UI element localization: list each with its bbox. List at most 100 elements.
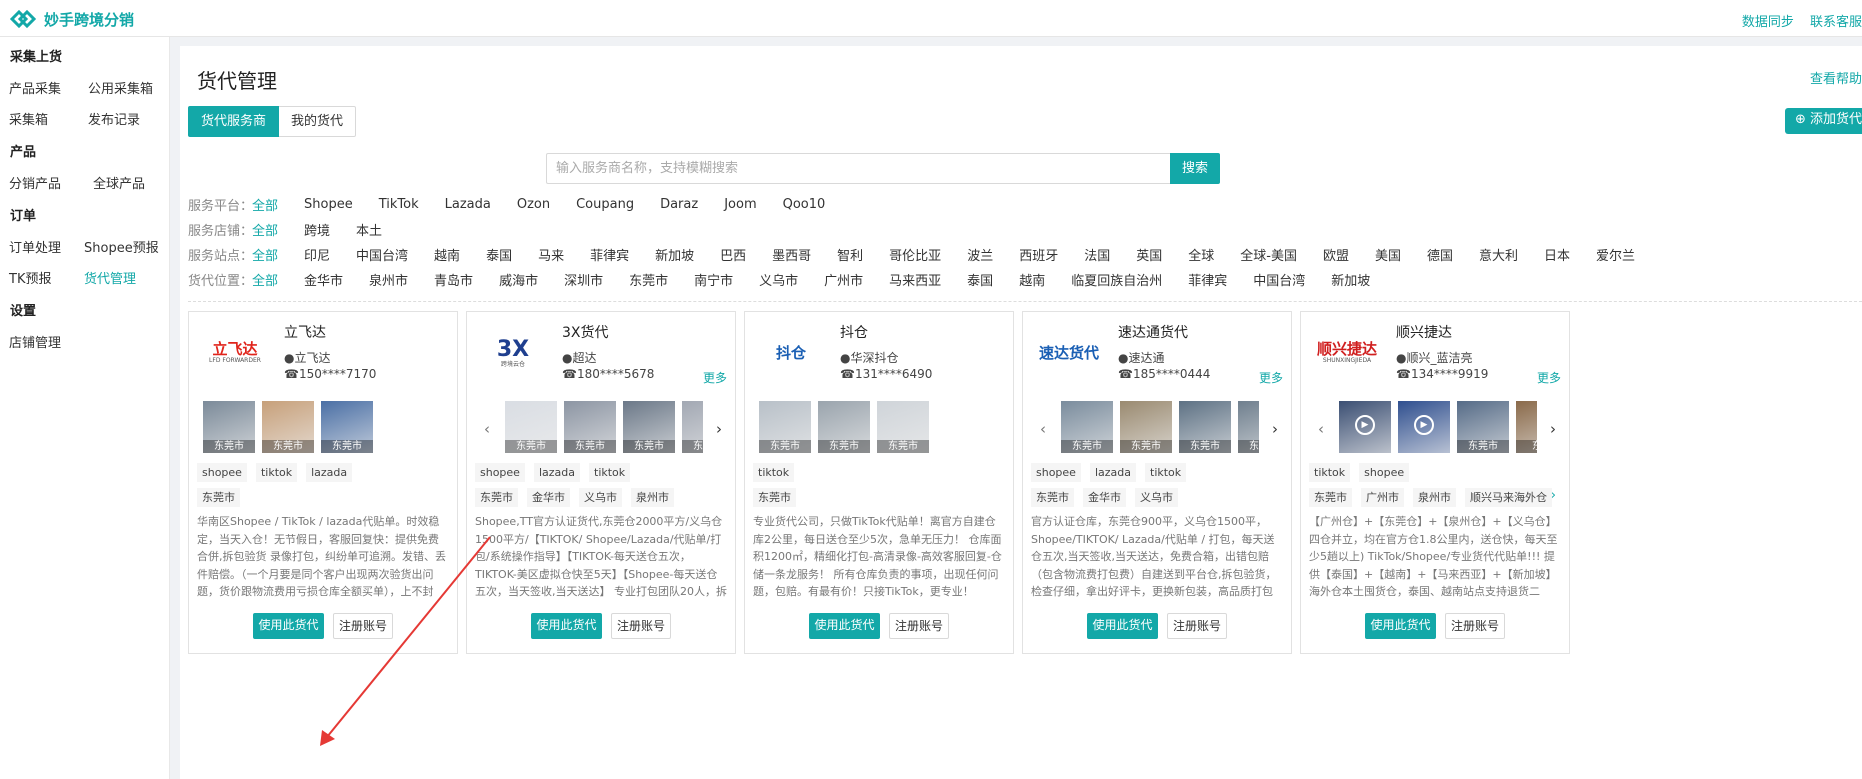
- filter-option[interactable]: Shopee: [304, 197, 353, 212]
- sidebar-item-tk-forecast[interactable]: TK预报: [9, 268, 51, 287]
- filter-option[interactable]: 英国: [1136, 245, 1162, 264]
- gallery-next-icon[interactable]: ›: [716, 420, 722, 438]
- filter-option[interactable]: 本土: [356, 220, 382, 239]
- filter-option[interactable]: 泰国: [967, 270, 993, 289]
- filter-option[interactable]: 全部: [252, 195, 278, 214]
- warehouse-photo[interactable]: 东莞市: [321, 401, 373, 453]
- filter-option[interactable]: 马来西亚: [889, 270, 941, 289]
- filter-option[interactable]: 新加坡: [655, 245, 694, 264]
- search-input[interactable]: 输入服务商名称，支持模糊搜索: [546, 153, 1170, 184]
- register-account-button[interactable]: 注册账号: [889, 613, 949, 639]
- register-account-button[interactable]: 注册账号: [1167, 613, 1227, 639]
- more-link[interactable]: 更多: [1259, 369, 1283, 386]
- help-link[interactable]: 查看帮助: [1810, 68, 1862, 87]
- sidebar-item-publish-log[interactable]: 发布记录: [88, 109, 140, 128]
- use-forwarder-button[interactable]: 使用此货代: [253, 613, 324, 639]
- register-account-button[interactable]: 注册账号: [611, 613, 671, 639]
- warehouse-photo[interactable]: 东莞市: [1238, 401, 1259, 453]
- filter-option[interactable]: 菲律宾: [1188, 270, 1227, 289]
- filter-option[interactable]: 广州市: [824, 270, 863, 289]
- filter-option[interactable]: Daraz: [660, 197, 698, 212]
- filter-option[interactable]: 泰国: [486, 245, 512, 264]
- contact-service-link[interactable]: 联系客服: [1810, 15, 1862, 30]
- sidebar-item-order-process[interactable]: 订单处理: [9, 237, 61, 256]
- filter-option[interactable]: 威海市: [499, 270, 538, 289]
- warehouse-photo[interactable]: 东莞市: [1179, 401, 1231, 453]
- filter-option[interactable]: 菲律宾: [590, 245, 629, 264]
- filter-option[interactable]: 美国: [1375, 245, 1401, 264]
- filter-option[interactable]: 全部: [252, 270, 278, 289]
- warehouse-photo[interactable]: 东莞市: [564, 401, 616, 453]
- register-account-button[interactable]: 注册账号: [1445, 613, 1505, 639]
- sidebar-item-global-product[interactable]: 全球产品: [93, 173, 145, 192]
- filter-option[interactable]: 跨境: [304, 220, 330, 239]
- filter-option[interactable]: 全部: [252, 245, 278, 264]
- filter-option[interactable]: 义乌市: [759, 270, 798, 289]
- filter-option[interactable]: 中国台湾: [1253, 270, 1305, 289]
- warehouse-photo[interactable]: 东莞: [1516, 401, 1537, 453]
- chevron-right-icon[interactable]: ›: [1551, 488, 1556, 503]
- register-account-button[interactable]: 注册账号: [333, 613, 393, 639]
- more-link[interactable]: 更多: [703, 369, 727, 386]
- filter-option[interactable]: Coupang: [576, 197, 634, 212]
- sidebar-item-public-box[interactable]: 公用采集箱: [88, 78, 153, 97]
- filter-option[interactable]: 临夏回族自治州: [1071, 270, 1162, 289]
- warehouse-photo[interactable]: 东莞市: [262, 401, 314, 453]
- more-link[interactable]: 更多: [1537, 369, 1561, 386]
- filter-option[interactable]: 中国台湾: [356, 245, 408, 264]
- warehouse-photo[interactable]: 东莞市: [682, 401, 703, 453]
- sidebar-item-distribution-product[interactable]: 分销产品: [9, 173, 61, 192]
- use-forwarder-button[interactable]: 使用此货代: [1365, 613, 1436, 639]
- filter-option[interactable]: TikTok: [379, 197, 419, 212]
- warehouse-photo[interactable]: ▶: [1339, 401, 1391, 453]
- filter-option[interactable]: 西班牙: [1019, 245, 1058, 264]
- warehouse-photo[interactable]: 东莞市: [203, 401, 255, 453]
- app-logo[interactable]: 妙手跨境分销: [10, 8, 134, 30]
- warehouse-photo[interactable]: 东莞市: [877, 401, 929, 453]
- filter-option[interactable]: Lazada: [445, 197, 491, 212]
- warehouse-photo[interactable]: 东莞市: [623, 401, 675, 453]
- filter-option[interactable]: 泉州市: [369, 270, 408, 289]
- filter-option[interactable]: 欧盟: [1323, 245, 1349, 264]
- use-forwarder-button[interactable]: 使用此货代: [809, 613, 880, 639]
- filter-option[interactable]: 意大利: [1479, 245, 1518, 264]
- filter-option[interactable]: 巴西: [720, 245, 746, 264]
- warehouse-photo[interactable]: 东莞市: [1120, 401, 1172, 453]
- gallery-next-icon[interactable]: ›: [1550, 420, 1556, 438]
- warehouse-photo[interactable]: ▶: [1398, 401, 1450, 453]
- filter-option[interactable]: 日本: [1544, 245, 1570, 264]
- gallery-prev-icon[interactable]: ‹: [1318, 420, 1324, 438]
- filter-option[interactable]: 越南: [434, 245, 460, 264]
- data-sync-link[interactable]: 数据同步: [1742, 15, 1794, 30]
- filter-option[interactable]: 马来: [538, 245, 564, 264]
- filter-option[interactable]: 全球-美国: [1240, 245, 1297, 264]
- sidebar-item-collect-box[interactable]: 采集箱: [9, 109, 48, 128]
- filter-option[interactable]: 越南: [1019, 270, 1045, 289]
- filter-option[interactable]: 印尼: [304, 245, 330, 264]
- filter-option[interactable]: 哥伦比亚: [889, 245, 941, 264]
- filter-option[interactable]: 法国: [1084, 245, 1110, 264]
- filter-option[interactable]: 深圳市: [564, 270, 603, 289]
- sidebar-item-forwarder-manage[interactable]: 货代管理: [84, 268, 136, 287]
- gallery-next-icon[interactable]: ›: [1272, 420, 1278, 438]
- warehouse-photo[interactable]: 东莞市: [818, 401, 870, 453]
- filter-option[interactable]: Ozon: [517, 197, 550, 212]
- warehouse-photo[interactable]: 东莞市: [1457, 401, 1509, 453]
- gallery-prev-icon[interactable]: ‹: [484, 420, 490, 438]
- add-forwarder-button[interactable]: ⊕ 添加货代: [1784, 108, 1862, 134]
- filter-option[interactable]: 东莞市: [629, 270, 668, 289]
- sidebar-item-shopee-forecast[interactable]: Shopee预报: [84, 237, 159, 256]
- filter-option[interactable]: 爱尔兰: [1596, 245, 1635, 264]
- tab-my-forwarders[interactable]: 我的货代: [279, 106, 357, 137]
- warehouse-photo[interactable]: 东莞市: [1061, 401, 1113, 453]
- search-button[interactable]: 搜索: [1170, 153, 1220, 184]
- filter-option[interactable]: 青岛市: [434, 270, 473, 289]
- warehouse-photo[interactable]: 东莞市: [505, 401, 557, 453]
- filter-option[interactable]: 新加坡: [1331, 270, 1370, 289]
- use-forwarder-button[interactable]: 使用此货代: [531, 613, 602, 639]
- filter-option[interactable]: 全部: [252, 220, 278, 239]
- tab-forwarder-providers[interactable]: 货代服务商: [188, 106, 280, 137]
- filter-option[interactable]: Qoo10: [783, 197, 826, 212]
- filter-option[interactable]: 德国: [1427, 245, 1453, 264]
- filter-option[interactable]: 金华市: [304, 270, 343, 289]
